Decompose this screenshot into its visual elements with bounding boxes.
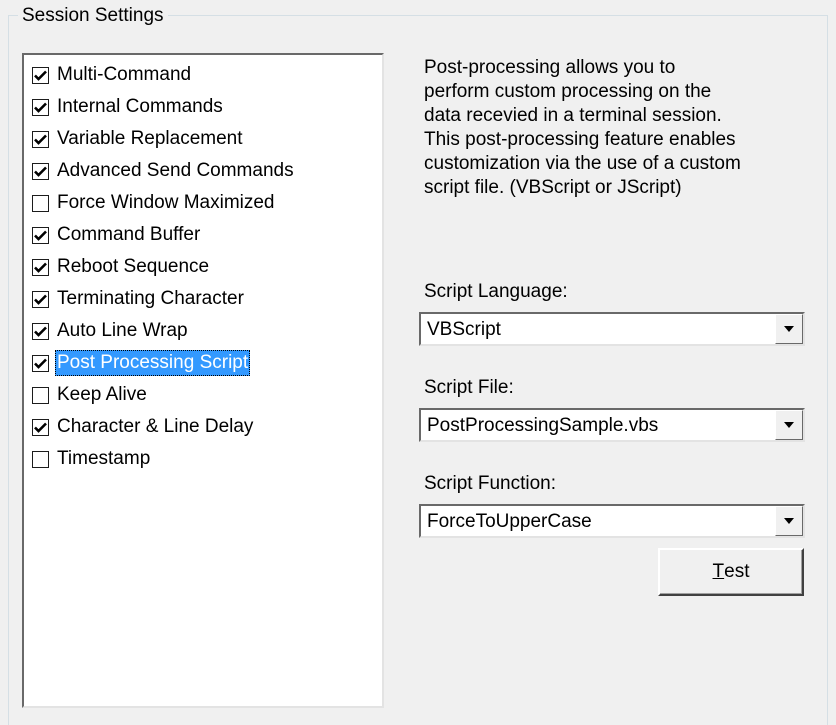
checklist-item-label: Multi-Command <box>57 64 192 85</box>
description-line: This post-processing feature enables <box>424 129 736 150</box>
script-language-select[interactable]: VBScript <box>419 312 805 346</box>
checklist-item-label: Force Window Maximized <box>57 192 275 213</box>
dropdown-arrow-icon[interactable] <box>775 410 803 440</box>
checklist-item[interactable]: Reboot Sequence <box>32 253 211 281</box>
description-line: data recevied in a terminal session. <box>424 105 722 126</box>
checkbox-checked[interactable] <box>32 130 49 148</box>
checklist-item-label: Character & Line Delay <box>57 416 254 437</box>
options-checklist[interactable]: Multi-Command Internal Commands Variable R… <box>22 53 384 708</box>
description-line: Post-processing allows you to <box>424 57 676 78</box>
script-language-label: Script Language: <box>424 281 568 302</box>
script-language-value: VBScript <box>427 319 501 340</box>
script-file-select[interactable]: PostProcessingSample.vbs <box>419 408 805 442</box>
checklist-item-label: Terminating Character <box>57 288 244 309</box>
group-title: Session Settings <box>18 4 168 28</box>
checkbox-checked[interactable] <box>32 258 49 276</box>
checklist-item-label: Keep Alive <box>57 384 147 405</box>
checkbox-checked[interactable] <box>32 226 49 244</box>
checklist-item[interactable]: Multi-Command <box>32 61 193 89</box>
checklist-item[interactable]: Variable Replacement <box>32 125 245 153</box>
test-button-label: est <box>724 561 750 582</box>
script-file-value: PostProcessingSample.vbs <box>427 415 659 436</box>
description-line: customization via the use of a custom <box>424 153 741 174</box>
checklist-item[interactable]: Force Window Maximized <box>32 189 277 217</box>
checklist-item[interactable]: Auto Line Wrap <box>32 317 190 345</box>
checkbox-checked[interactable] <box>32 322 49 340</box>
checkbox-checked[interactable] <box>32 66 49 84</box>
checklist-item[interactable]: Keep Alive <box>32 381 149 409</box>
checklist-item[interactable]: Command Buffer <box>32 221 202 249</box>
checkbox-unchecked[interactable] <box>32 450 49 468</box>
checklist-item[interactable]: Post Processing Script <box>32 349 251 377</box>
checklist-item[interactable]: Character & Line Delay <box>32 413 255 441</box>
checklist-item-label: Reboot Sequence <box>57 256 210 277</box>
checklist-item-label: Auto Line Wrap <box>57 320 188 341</box>
test-button[interactable]: Test <box>658 548 804 596</box>
dropdown-arrow-icon[interactable] <box>775 506 803 536</box>
description-line: script file. (VBScript or JScript) <box>424 177 682 198</box>
checklist-item-label: Internal Commands <box>57 96 223 117</box>
checkbox-unchecked[interactable] <box>32 194 49 212</box>
checklist-item[interactable]: Timestamp <box>32 445 152 473</box>
checkbox-checked[interactable] <box>32 354 49 372</box>
checklist-item[interactable]: Advanced Send Commands <box>32 157 296 185</box>
checkbox-unchecked[interactable] <box>32 386 49 404</box>
script-function-label: Script Function: <box>424 473 556 494</box>
checklist-item-label: Command Buffer <box>57 224 201 245</box>
description-text: Post-processing allows you to perform cu… <box>424 56 804 200</box>
checklist-item-label: Post Processing Script <box>55 350 251 376</box>
checkbox-checked[interactable] <box>32 418 49 436</box>
dropdown-arrow-icon[interactable] <box>775 314 803 344</box>
description-line: perform custom processing on the <box>424 81 712 102</box>
script-function-value: ForceToUpperCase <box>427 511 592 532</box>
script-file-label: Script File: <box>424 377 514 398</box>
checklist-item[interactable]: Internal Commands <box>32 93 225 121</box>
checklist-item[interactable]: Terminating Character <box>32 285 246 313</box>
test-button-mnemonic: T <box>712 561 725 582</box>
checkbox-checked[interactable] <box>32 98 49 116</box>
checklist-item-label: Variable Replacement <box>57 128 243 149</box>
checklist-item-label: Advanced Send Commands <box>57 160 294 181</box>
checklist-item-label: Timestamp <box>57 448 151 469</box>
checkbox-checked[interactable] <box>32 162 49 180</box>
script-function-select[interactable]: ForceToUpperCase <box>419 504 805 538</box>
checkbox-checked[interactable] <box>32 290 49 308</box>
